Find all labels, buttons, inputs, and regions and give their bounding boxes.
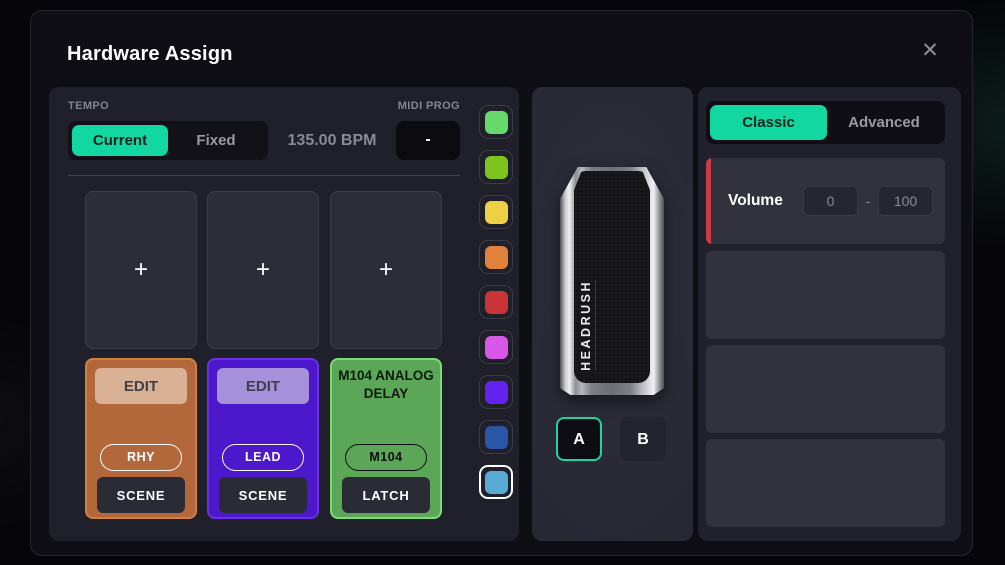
expression-pedal-image: HEADRUSH <box>560 167 664 395</box>
color-swatch[interactable] <box>479 150 513 184</box>
edit-button[interactable]: EDIT <box>217 368 309 404</box>
close-icon[interactable]: ✕ <box>916 37 944 65</box>
color-swatch-fill <box>484 155 508 179</box>
tab-classic[interactable]: Classic <box>710 105 827 140</box>
footswitch-title: M104 ANALOG DELAY <box>338 368 434 401</box>
pedal-panel: HEADRUSH A B <box>532 87 693 541</box>
color-swatch-fill <box>484 290 508 314</box>
color-swatch[interactable] <box>479 240 513 274</box>
color-swatch[interactable] <box>479 465 513 499</box>
pedal-tread: HEADRUSH <box>574 171 650 383</box>
hardware-assign-dialog: Hardware Assign ✕ TEMPO MIDI PROG Curren… <box>30 10 973 556</box>
color-swatch-fill <box>484 200 508 224</box>
dialog-title: Hardware Assign <box>67 43 233 65</box>
plus-icon: + <box>378 256 393 283</box>
footswitch-block-3[interactable]: M104 ANALOG DELAY M104 LATCH <box>330 358 442 519</box>
color-swatch[interactable] <box>479 105 513 139</box>
color-swatch[interactable] <box>479 375 513 409</box>
assign-slot-2[interactable]: + <box>207 191 319 349</box>
empty-parameter-card <box>706 439 945 527</box>
tempo-mode-current[interactable]: Current <box>72 125 168 156</box>
parameter-panel: Classic Advanced Volume - <box>698 87 961 541</box>
divider <box>68 175 460 176</box>
tab-advanced[interactable]: Advanced <box>827 105 941 140</box>
midi-prog-button[interactable]: - <box>396 121 460 160</box>
curve-tabbar: Classic Advanced <box>706 101 945 144</box>
mode-button[interactable]: LATCH <box>342 477 430 513</box>
parameter-accent-bar <box>706 158 711 244</box>
pedal-position-b-button[interactable]: B <box>620 417 666 461</box>
footswitch-block-1[interactable]: EDIT RHY SCENE <box>85 358 197 519</box>
tempo-label: TEMPO <box>68 100 110 112</box>
color-swatch[interactable] <box>479 285 513 319</box>
color-swatch[interactable] <box>479 420 513 454</box>
mode-button[interactable]: SCENE <box>97 477 185 513</box>
footswitch-tag: M104 <box>345 444 427 471</box>
bpm-value: 135.00 BPM <box>287 132 377 149</box>
color-swatch[interactable] <box>479 330 513 364</box>
footswitch-tag: LEAD <box>222 444 304 471</box>
footswitch-tag: RHY <box>100 444 182 471</box>
tempo-mode-fixed[interactable]: Fixed <box>168 125 264 156</box>
empty-parameter-card <box>706 345 945 433</box>
color-swatch-fill <box>484 110 508 134</box>
empty-parameter-card <box>706 251 945 339</box>
pedal-position-a-button[interactable]: A <box>556 417 602 461</box>
color-swatch-fill <box>484 425 508 449</box>
assign-panel: TEMPO MIDI PROG Current Fixed 135.00 BPM… <box>49 87 519 541</box>
color-swatch-fill <box>484 470 508 494</box>
range-separator: - <box>865 193 871 209</box>
color-palette <box>479 105 513 499</box>
range-max-input[interactable] <box>878 186 933 216</box>
plus-icon: + <box>255 256 270 283</box>
parameter-label: Volume <box>728 192 783 209</box>
assign-slot-3[interactable]: + <box>330 191 442 349</box>
mode-button[interactable]: SCENE <box>219 477 307 513</box>
headrush-logo: HEADRUSH <box>579 280 596 371</box>
volume-parameter-card: Volume - <box>706 158 945 244</box>
footswitch-block-2[interactable]: EDIT LEAD SCENE <box>207 358 319 519</box>
color-swatch-fill <box>484 245 508 269</box>
midi-prog-label: MIDI PROG <box>397 100 460 112</box>
plus-icon: + <box>133 256 148 283</box>
color-swatch-fill <box>484 335 508 359</box>
color-swatch-fill <box>484 380 508 404</box>
assign-slot-1[interactable]: + <box>85 191 197 349</box>
color-swatch[interactable] <box>479 195 513 229</box>
edit-button[interactable]: EDIT <box>95 368 187 404</box>
range-min-input[interactable] <box>803 186 858 216</box>
tempo-mode-toggle: Current Fixed <box>68 121 268 160</box>
